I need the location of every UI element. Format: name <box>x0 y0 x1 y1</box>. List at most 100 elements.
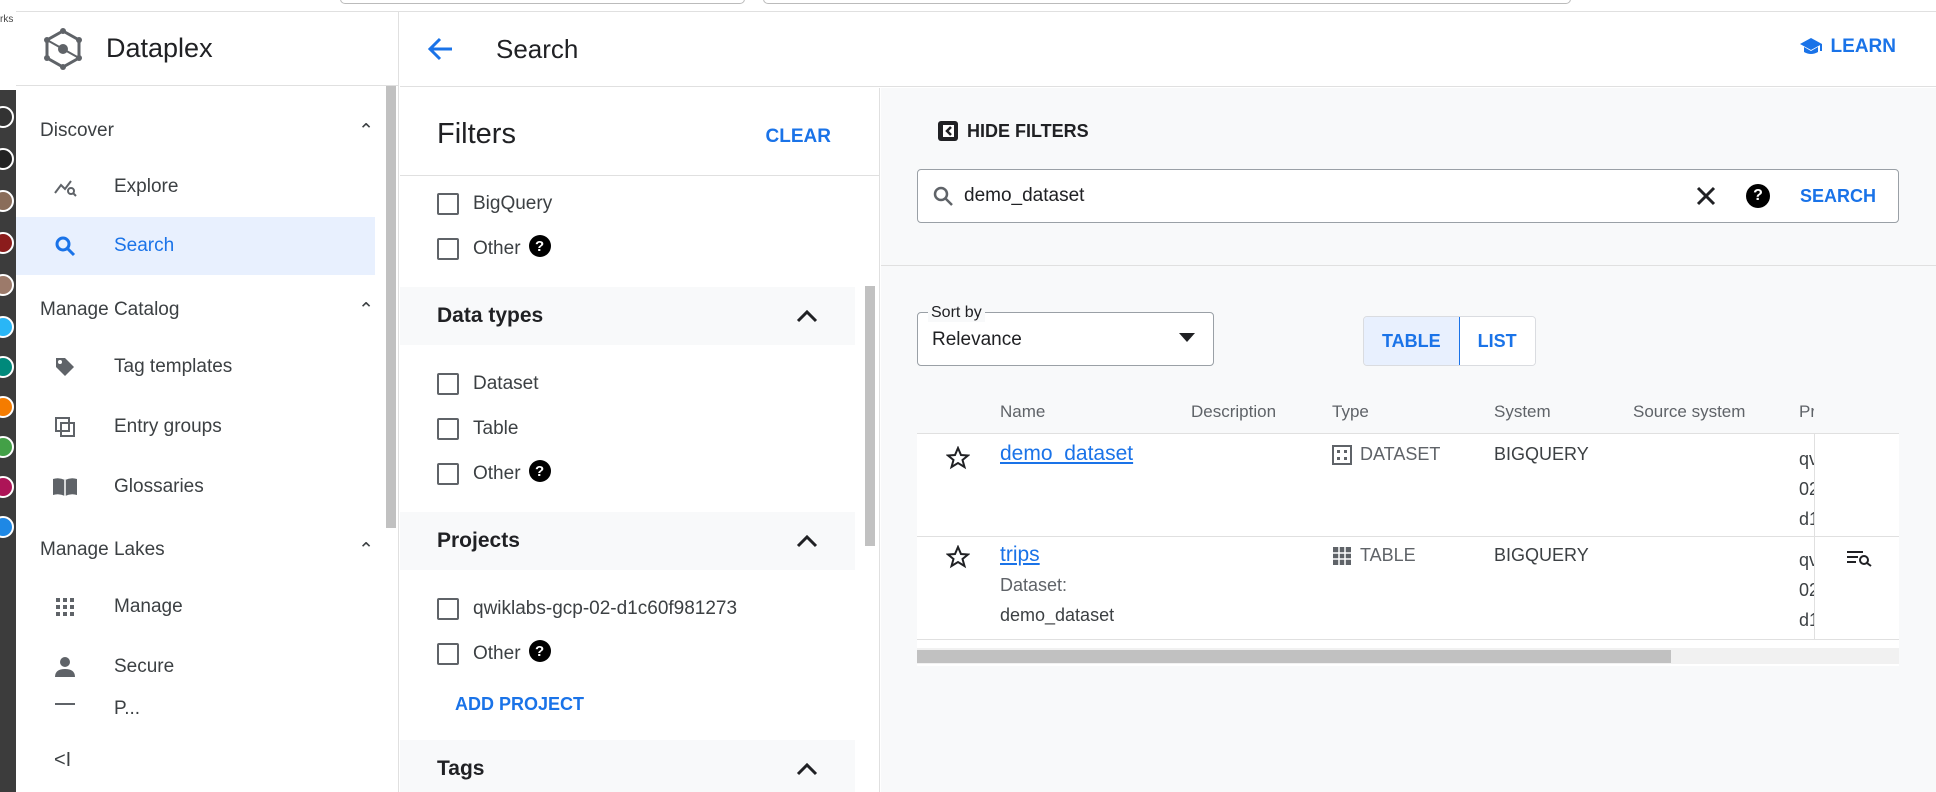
group-tags[interactable]: Tags <box>400 740 855 792</box>
section-label: Manage Lakes <box>40 539 165 560</box>
back-arrow-icon[interactable] <box>426 34 456 64</box>
checkbox[interactable] <box>437 193 459 215</box>
help-icon[interactable]: ? <box>528 235 551 257</box>
filter-option-label: qwiklabs-gcp-02-d1c60f981273 <box>473 598 738 619</box>
browser-address-box[interactable] <box>763 0 1571 4</box>
result-system: BIGQUERY <box>1494 444 1589 464</box>
table-view-button[interactable]: TABLE <box>1364 317 1460 365</box>
search-button[interactable]: SEARCH <box>1800 186 1876 207</box>
sort-by-value: Relevance <box>932 329 1022 350</box>
filter-option-label: Dataset <box>473 373 539 394</box>
preview-schema-icon[interactable] <box>1846 549 1872 567</box>
filter-option-bigquery[interactable]: BigQuery <box>437 189 552 219</box>
table-row[interactable]: trips Dataset: demo_dataset TABLE BIGQUE… <box>917 537 1899 640</box>
project-line: 02 <box>1799 479 1814 499</box>
table-icon <box>1333 546 1351 565</box>
section-discover[interactable]: Discover ⌃ <box>40 116 374 146</box>
view-toggle: TABLE LIST <box>1363 316 1536 366</box>
filter-option-system-other[interactable]: Other ? <box>437 234 551 264</box>
filter-option-label: Other <box>473 463 521 484</box>
type-label: DATASET <box>1360 444 1441 464</box>
filters-panel: Filters CLEAR BigQuery Other ? Data type… <box>400 88 880 792</box>
sidebar-item-label: Glossaries <box>114 476 204 497</box>
table-row[interactable]: demo_dataset DATASET BIGQUERY qv 02 d1 <box>917 434 1899 537</box>
group-label: Projects <box>437 529 520 552</box>
column-header-description[interactable]: Description <box>1191 402 1276 422</box>
project-line: d1 <box>1799 610 1814 630</box>
sidebar-item-label: Manage <box>114 596 183 617</box>
sidebar-item-label: P... <box>114 698 141 719</box>
star-icon[interactable] <box>946 446 970 470</box>
help-icon[interactable]: ? <box>1746 184 1770 208</box>
result-name-link[interactable]: demo_dataset <box>1000 442 1133 466</box>
search-icon <box>933 186 953 206</box>
help-icon[interactable]: ? <box>528 460 551 482</box>
explore-icon <box>52 174 78 200</box>
filter-option-label: Other <box>473 238 521 259</box>
column-header-source-system[interactable]: Source system <box>1633 402 1745 422</box>
result-name-link[interactable]: trips <box>1000 543 1040 567</box>
sort-by-label: Sort by <box>928 304 985 322</box>
section-manage-catalog[interactable]: Manage Catalog ⌃ <box>40 295 374 325</box>
entry-groups-icon <box>52 414 78 440</box>
book-icon <box>52 474 78 500</box>
column-header-system[interactable]: System <box>1494 402 1551 422</box>
sidebar-item-partial[interactable]: P... <box>16 698 375 720</box>
sidebar-scrollbar[interactable] <box>386 86 396 528</box>
app-name: Dataplex <box>106 33 213 63</box>
filters-scrollbar[interactable] <box>865 286 875 546</box>
column-header-project[interactable]: Pr <box>1799 402 1814 422</box>
chevron-up-icon <box>796 309 818 323</box>
project-line: qv <box>1799 550 1814 570</box>
filter-option-project[interactable]: qwiklabs-gcp-02-d1c60f981273 <box>437 594 737 624</box>
project-line: d1 <box>1799 509 1814 529</box>
sidebar-item-glossaries[interactable]: Glossaries <box>16 458 375 516</box>
learn-button[interactable]: LEARN <box>1799 36 1896 58</box>
checkbox[interactable] <box>437 418 459 440</box>
section-label: Discover <box>40 120 114 141</box>
table-horizontal-scrollbar[interactable] <box>917 648 1899 664</box>
column-header-type[interactable]: Type <box>1332 402 1369 422</box>
close-icon[interactable] <box>1694 184 1718 208</box>
scrollbar-thumb[interactable] <box>917 650 1671 663</box>
tag-icon <box>52 354 78 380</box>
group-projects[interactable]: Projects <box>400 512 855 570</box>
sidebar-item-explore[interactable]: Explore <box>16 158 375 216</box>
type-label: TABLE <box>1360 545 1416 565</box>
help-icon[interactable]: ? <box>528 640 551 662</box>
sidebar-item-secure[interactable]: Secure <box>16 638 375 696</box>
section-manage-lakes[interactable]: Manage Lakes ⌃ <box>40 535 374 565</box>
collapse-sidebar-button[interactable]: <I <box>54 749 71 772</box>
star-icon[interactable] <box>946 545 970 569</box>
checkbox[interactable] <box>437 373 459 395</box>
filter-option-table[interactable]: Table <box>437 414 518 444</box>
checkbox[interactable] <box>437 238 459 260</box>
search-input[interactable] <box>964 185 1664 207</box>
group-data-types[interactable]: Data types <box>400 287 855 345</box>
sort-by-select[interactable]: Sort by Relevance <box>917 304 1214 366</box>
sidebar-item-manage[interactable]: Manage <box>16 578 375 636</box>
checkbox[interactable] <box>437 598 459 620</box>
sidebar-item-tag-templates[interactable]: Tag templates <box>16 338 375 396</box>
filter-option-project-other[interactable]: Other ? <box>437 639 551 669</box>
checkbox[interactable] <box>437 463 459 485</box>
filter-option-label: BigQuery <box>473 193 553 214</box>
search-bar: ? SEARCH <box>917 169 1899 223</box>
project-line: qv <box>1799 449 1814 469</box>
clear-filters-button[interactable]: CLEAR <box>766 126 831 148</box>
filter-option-type-other[interactable]: Other ? <box>437 459 551 489</box>
sidebar-item-entry-groups[interactable]: Entry groups <box>16 398 375 456</box>
dataset-icon <box>1332 444 1352 465</box>
hide-filters-button[interactable]: HIDE FILTERS <box>937 120 1089 142</box>
checkbox[interactable] <box>437 643 459 665</box>
add-project-button[interactable]: ADD PROJECT <box>455 694 584 715</box>
filters-header: Filters CLEAR <box>400 88 879 176</box>
filter-option-dataset[interactable]: Dataset <box>437 369 538 399</box>
sidebar-item-label: Search <box>114 235 175 256</box>
list-view-button[interactable]: LIST <box>1459 317 1535 365</box>
browser-tab-box[interactable] <box>340 0 745 4</box>
column-divider <box>1814 434 1815 536</box>
sidebar-item-search[interactable]: Search <box>16 217 375 275</box>
column-header-name[interactable]: Name <box>1000 402 1045 422</box>
column-divider <box>1814 537 1815 639</box>
